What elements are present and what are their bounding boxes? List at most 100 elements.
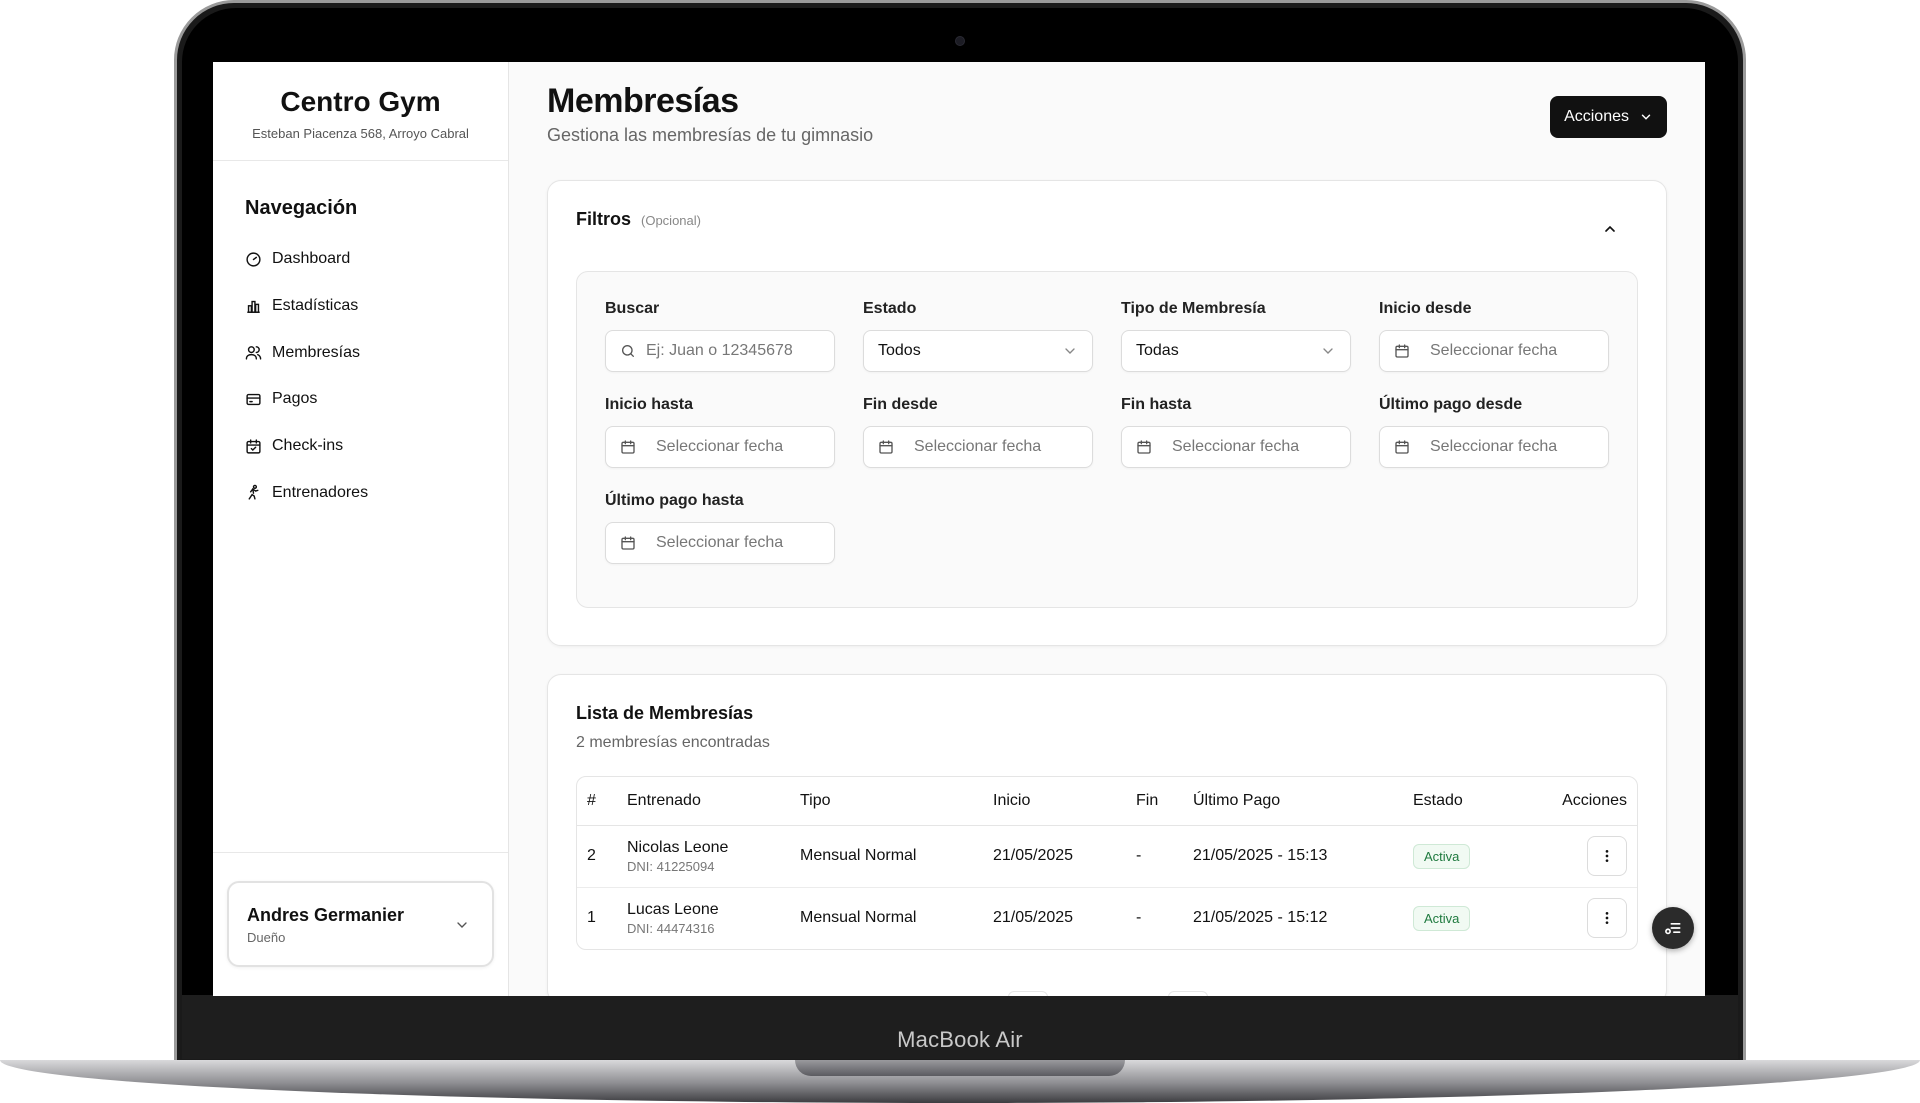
user-name: Andres Germanier bbox=[247, 905, 405, 925]
date-placeholder: Seleccionar fecha bbox=[1172, 438, 1300, 455]
calendar-icon bbox=[879, 440, 893, 454]
ultimo-pago-hasta-date-picker[interactable]: Seleccionar fecha bbox=[605, 522, 835, 564]
trainee-dni: DNI: 44474316 bbox=[627, 920, 715, 936]
app-screen: Centro Gym Esteban Piacenza 568, Arroyo … bbox=[213, 62, 1705, 996]
calendar-check-icon bbox=[246, 439, 261, 454]
chevron-up-icon[interactable] bbox=[1602, 221, 1618, 237]
users-icon bbox=[245, 346, 262, 360]
sidebar-item-label: Dashboard bbox=[272, 250, 351, 268]
filter-label: Buscar bbox=[605, 300, 660, 317]
row-id: 1 bbox=[587, 909, 596, 927]
row-actions-button[interactable] bbox=[1587, 836, 1627, 876]
search-input[interactable]: Ej: Juan o 12345678 bbox=[605, 330, 835, 372]
filter-ultimo-pago-desde: Último pago desde Seleccionar fecha bbox=[1379, 396, 1609, 468]
end-date: - bbox=[1126, 825, 1183, 888]
sidebar: Centro Gym Esteban Piacenza 568, Arroyo … bbox=[213, 62, 509, 996]
ultimo-pago-desde-date-picker[interactable]: Seleccionar fecha bbox=[1379, 426, 1609, 468]
filter-tipo-membresia: Tipo de Membresía Todas bbox=[1121, 300, 1351, 372]
page-subtitle: Gestiona las membresías de tu gimnasio bbox=[547, 125, 874, 145]
start-date: 21/05/2025 bbox=[993, 909, 1074, 927]
trainee-cell: Lucas Leone DNI: 44474316 bbox=[617, 887, 790, 949]
filter-inicio-hasta: Inicio hasta Seleccionar fecha bbox=[605, 396, 835, 468]
sidebar-item-estadisticas[interactable]: Estadísticas bbox=[245, 283, 508, 330]
memberships-list-card: Lista de Membresías 2 membresías encontr… bbox=[547, 674, 1667, 996]
inicio-desde-date-picker[interactable]: Seleccionar fecha bbox=[1379, 330, 1609, 372]
last-payment: 21/05/2025 - 15:12 bbox=[1193, 909, 1328, 927]
filters-optional-note: (Opcional) bbox=[641, 213, 701, 228]
filter-label: Fin hasta bbox=[1121, 396, 1192, 413]
filter-ultimo-pago-hasta: Último pago hasta Seleccionar fecha bbox=[605, 492, 835, 564]
device-label: MacBook Air bbox=[897, 1027, 1023, 1052]
calendar-icon bbox=[621, 536, 635, 550]
chevron-down-icon bbox=[1323, 348, 1333, 354]
tipo-membresia-select[interactable]: Todas bbox=[1121, 330, 1351, 372]
calendar-icon bbox=[1395, 344, 1409, 358]
filter-label: Tipo de Membresía bbox=[1121, 300, 1266, 317]
camera-icon bbox=[955, 36, 965, 46]
sidebar-item-dashboard[interactable]: Dashboard bbox=[245, 236, 508, 283]
select-value: Todos bbox=[878, 342, 921, 359]
actions-button[interactable]: Acciones bbox=[1550, 96, 1667, 138]
table-row[interactable]: 1 Lucas Leone DNI: 44474316 Mensual Norm… bbox=[577, 887, 1637, 949]
column-header: Acciones bbox=[1514, 777, 1637, 826]
date-placeholder: Seleccionar fecha bbox=[914, 438, 1042, 455]
table-row[interactable]: 2 Nicolas Leone DNI: 41225094 Mensual No… bbox=[577, 825, 1637, 888]
bar-chart-icon bbox=[247, 300, 260, 313]
list-title: Lista de Membresías bbox=[576, 703, 754, 723]
trainee-name: Lucas Leone bbox=[627, 900, 719, 918]
laptop-chin: MacBook Air bbox=[182, 995, 1738, 1059]
date-placeholder: Seleccionar fecha bbox=[656, 534, 784, 551]
list-count: 2 membresías encontradas bbox=[576, 734, 770, 751]
table-header-row: # Entrenado Tipo Inicio Fin Último Pago … bbox=[577, 777, 1637, 826]
gym-address: Esteban Piacenza 568, Arroyo Cabral bbox=[252, 126, 469, 141]
column-header: Tipo bbox=[790, 777, 983, 826]
start-date: 21/05/2025 bbox=[983, 825, 1126, 888]
page-header: Membresías Gestiona las membresías de tu… bbox=[547, 62, 1667, 180]
sidebar-item-entrenadores[interactable]: Entrenadores bbox=[245, 469, 508, 516]
inicio-hasta-date-picker[interactable]: Seleccionar fecha bbox=[605, 426, 835, 468]
list-settings-icon bbox=[1665, 923, 1681, 935]
estado-select[interactable]: Todos bbox=[863, 330, 1093, 372]
pagination-prev-button[interactable] bbox=[1008, 991, 1048, 996]
column-header: Último Pago bbox=[1183, 777, 1403, 826]
more-vertical-icon bbox=[1605, 850, 1609, 862]
membership-type: Mensual Normal bbox=[790, 825, 983, 888]
gym-name: Centro Gym bbox=[280, 86, 441, 117]
user-menu[interactable]: Andres Germanier Dueño bbox=[227, 881, 494, 967]
sidebar-item-label: Estadísticas bbox=[272, 297, 359, 315]
fin-hasta-date-picker[interactable]: Seleccionar fecha bbox=[1121, 426, 1351, 468]
date-placeholder: Seleccionar fecha bbox=[656, 438, 784, 455]
floating-menu-button[interactable] bbox=[1652, 907, 1694, 949]
actions-button-label: Acciones bbox=[1564, 108, 1629, 125]
chevron-down-icon bbox=[1641, 114, 1651, 120]
more-vertical-icon bbox=[1605, 912, 1609, 925]
filter-label: Último pago desde bbox=[1379, 396, 1523, 413]
filter-label: Estado bbox=[863, 300, 917, 317]
filters-header: Filtros (Opcional) bbox=[576, 209, 1638, 237]
sidebar-item-check-ins[interactable]: Check-ins bbox=[245, 423, 508, 470]
sidebar-footer: Andres Germanier Dueño bbox=[213, 852, 508, 996]
column-header: # bbox=[577, 777, 617, 826]
pagination-next-button[interactable] bbox=[1168, 991, 1208, 996]
column-header: Estado bbox=[1403, 777, 1515, 826]
row-actions-button[interactable] bbox=[1587, 898, 1627, 939]
fin-desde-date-picker[interactable]: Seleccionar fecha bbox=[863, 426, 1093, 468]
column-header: Entrenado bbox=[617, 777, 790, 826]
laptop-notch bbox=[795, 1060, 1125, 1076]
filters-grid: Buscar Ej: Juan o 12345678 Estado Todos bbox=[605, 300, 1609, 564]
sidebar-item-label: Membresías bbox=[272, 343, 361, 361]
sidebar-item-membresias[interactable]: Membresías bbox=[245, 329, 508, 376]
search-icon bbox=[622, 345, 634, 357]
filters-card: Filtros (Opcional) Buscar Ej: Juan o 123… bbox=[547, 180, 1667, 646]
pagination bbox=[1008, 991, 1208, 996]
calendar-icon bbox=[1137, 440, 1151, 454]
sidebar-item-pagos[interactable]: Pagos bbox=[245, 376, 508, 423]
status-badge: Activa bbox=[1413, 843, 1471, 869]
trainee-cell: Nicolas Leone DNI: 41225094 bbox=[617, 825, 790, 888]
status-badge: Activa bbox=[1413, 905, 1471, 931]
status-cell: Activa bbox=[1403, 887, 1515, 949]
filter-estado: Estado Todos bbox=[863, 300, 1093, 372]
actions-cell bbox=[1514, 825, 1637, 888]
trainee-dni: DNI: 41225094 bbox=[627, 858, 715, 874]
chevron-down-icon bbox=[457, 922, 467, 928]
